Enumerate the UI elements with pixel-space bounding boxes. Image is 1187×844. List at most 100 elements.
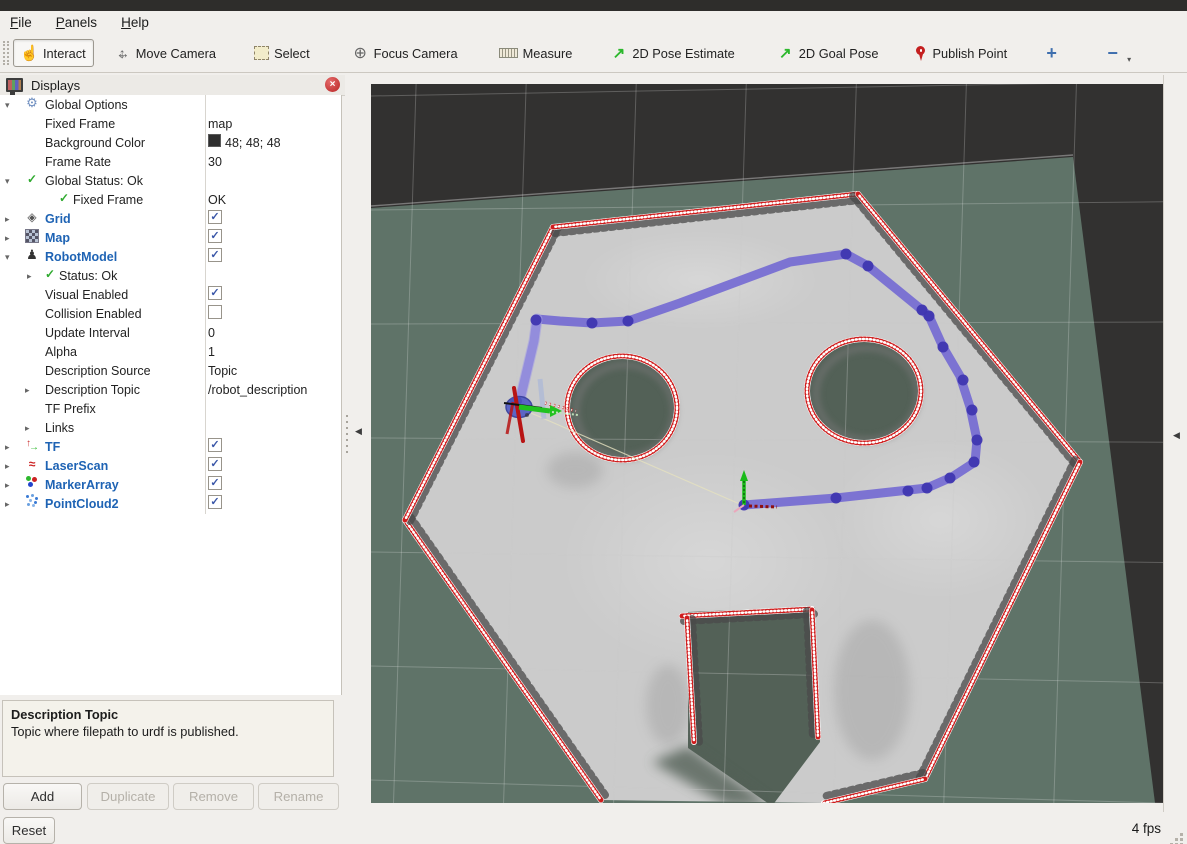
add-tool-button[interactable]: + bbox=[1035, 39, 1068, 67]
tree-row-global-status-ok[interactable]: ▾✓Global Status: Ok bbox=[0, 172, 341, 191]
property-value[interactable]: map bbox=[208, 115, 232, 134]
tree-label: MarkerArray bbox=[45, 476, 119, 495]
tree-row-collision-enabled[interactable]: Collision Enabled bbox=[0, 305, 341, 324]
laser-icon: ≈ bbox=[25, 457, 39, 471]
move-camera-button[interactable]: Move Camera bbox=[106, 39, 224, 67]
grid-icon: ◈ bbox=[25, 210, 39, 224]
focus-camera-button[interactable]: ⊕Focus Camera bbox=[344, 39, 466, 67]
tree-label: Map bbox=[45, 229, 70, 248]
tree-label: Frame Rate bbox=[45, 153, 111, 172]
property-value[interactable]: /robot_description bbox=[208, 381, 307, 400]
tree-label: LaserScan bbox=[45, 457, 108, 476]
menu-help[interactable]: Help bbox=[121, 15, 149, 30]
checkbox-checked[interactable]: ✓ bbox=[208, 438, 222, 452]
checkbox-checked[interactable]: ✓ bbox=[208, 457, 222, 471]
viewport-3d[interactable] bbox=[371, 84, 1163, 803]
tree-label: RobotModel bbox=[45, 248, 117, 267]
tree-row-alpha[interactable]: Alpha1 bbox=[0, 343, 341, 362]
gear-icon: ⚙ bbox=[25, 96, 39, 110]
resize-grip[interactable] bbox=[1180, 833, 1183, 836]
property-value[interactable]: 0 bbox=[208, 324, 215, 343]
cloud-icon bbox=[25, 495, 39, 509]
tree-row-laserscan[interactable]: ▸ ≈ LaserScan ✓ bbox=[0, 457, 341, 476]
checkbox-checked[interactable]: ✓ bbox=[208, 286, 222, 300]
expander-open-icon[interactable]: ▾ bbox=[5, 248, 10, 267]
move-camera-label: Move Camera bbox=[136, 46, 216, 61]
tree-row-fixed-frame[interactable]: Fixed Framemap bbox=[0, 115, 341, 134]
tree-row-fixed-frame[interactable]: ✓Fixed FrameOK bbox=[0, 191, 341, 210]
expander-closed-icon[interactable]: ▸ bbox=[25, 381, 30, 400]
tree-row-robotmodel[interactable]: ▾♟RobotModel✓ bbox=[0, 248, 341, 267]
expander-closed-icon[interactable]: ▸ bbox=[5, 476, 10, 495]
tree-row-markerarray[interactable]: ▸ MarkerArray ✓ bbox=[0, 476, 341, 495]
menu-bar: File Panels Help bbox=[0, 11, 1187, 34]
tree-row-tf-prefix[interactable]: TF Prefix bbox=[0, 400, 341, 419]
publish-point-label: Publish Point bbox=[932, 46, 1007, 61]
rename-button[interactable]: Rename bbox=[258, 783, 339, 810]
tree-row-tf[interactable]: ▸TF✓ bbox=[0, 438, 341, 457]
expander-closed-icon[interactable]: ▸ bbox=[5, 229, 10, 248]
tree-row-description-source[interactable]: Description SourceTopic bbox=[0, 362, 341, 381]
tree-label: Links bbox=[45, 419, 74, 438]
displays-panel-header[interactable]: Displays × bbox=[0, 75, 345, 96]
property-value[interactable]: Topic bbox=[208, 362, 237, 381]
left-panel-collapse-arrow[interactable]: ◀ bbox=[355, 426, 362, 437]
goal-pose-button[interactable]: ↗2D Goal Pose bbox=[769, 39, 887, 67]
tree-row-status-ok[interactable]: ▸✓Status: Ok bbox=[0, 267, 341, 286]
property-value[interactable]: OK bbox=[208, 191, 226, 210]
tree-row-pointcloud2[interactable]: ▸PointCloud2✓ bbox=[0, 495, 341, 514]
expander-closed-icon[interactable]: ▸ bbox=[5, 210, 10, 229]
expander-closed-icon[interactable]: ▸ bbox=[25, 419, 30, 438]
color-value[interactable]: 48; 48; 48 bbox=[225, 134, 281, 153]
publish-point-button[interactable]: Publish Point bbox=[907, 39, 1015, 67]
expander-closed-icon[interactable]: ▸ bbox=[5, 495, 10, 514]
property-value[interactable]: 30 bbox=[208, 153, 222, 172]
tree-row-links[interactable]: ▸ Links bbox=[0, 419, 341, 438]
displays-tree[interactable]: ▾ ⚙ Global OptionsFixed FramemapBackground… bbox=[0, 95, 342, 695]
measure-button[interactable]: Measure bbox=[491, 39, 581, 67]
close-icon[interactable]: × bbox=[325, 77, 340, 92]
pose-estimate-button[interactable]: ↗2D Pose Estimate bbox=[602, 39, 742, 67]
focus-camera-label: Focus Camera bbox=[374, 46, 458, 61]
tree-row-grid[interactable]: ▸◈Grid✓ bbox=[0, 210, 341, 229]
tree-row-visual-enabled[interactable]: Visual Enabled✓ bbox=[0, 286, 341, 305]
property-value[interactable]: 1 bbox=[208, 343, 215, 362]
tree-label: Status: Ok bbox=[59, 267, 117, 286]
remove-tool-button[interactable]: −▾ bbox=[1096, 39, 1139, 67]
expander-open-icon[interactable]: ▾ bbox=[5, 172, 10, 191]
property-description-body: Topic where filepath to urdf is publishe… bbox=[11, 724, 239, 739]
expander-closed-icon[interactable]: ▸ bbox=[5, 438, 10, 457]
reset-button[interactable]: Reset bbox=[3, 817, 55, 844]
expander-closed-icon[interactable]: ▸ bbox=[5, 457, 10, 476]
add-button[interactable]: Add bbox=[3, 783, 82, 810]
tree-row-update-interval[interactable]: Update Interval0 bbox=[0, 324, 341, 343]
checkbox-checked[interactable]: ✓ bbox=[208, 229, 222, 243]
tree-row-background-color[interactable]: Background Color48; 48; 48 bbox=[0, 134, 341, 153]
tree-row-global-options[interactable]: ▾ ⚙ Global Options bbox=[0, 96, 341, 115]
checkbox-checked[interactable]: ✓ bbox=[208, 495, 222, 509]
tree-row-map[interactable]: ▸ Map ✓ bbox=[0, 229, 341, 248]
select-label: Select bbox=[274, 46, 310, 61]
toolbar-grip[interactable] bbox=[3, 41, 9, 65]
expander-closed-icon[interactable]: ▸ bbox=[27, 267, 32, 286]
checkbox-checked[interactable]: ✓ bbox=[208, 210, 222, 224]
checkbox-unchecked[interactable] bbox=[208, 305, 222, 319]
checkbox-checked[interactable]: ✓ bbox=[208, 476, 222, 490]
right-panel-collapse-arrow[interactable]: ◀ bbox=[1173, 430, 1180, 441]
color-swatch[interactable] bbox=[208, 134, 221, 147]
left-splitter-grip[interactable] bbox=[346, 415, 348, 457]
expander-open-icon[interactable]: ▾ bbox=[5, 96, 10, 115]
menu-panels[interactable]: Panels bbox=[56, 15, 97, 30]
interact-button[interactable]: ☝Interact bbox=[13, 39, 94, 67]
duplicate-button[interactable]: Duplicate bbox=[87, 783, 169, 810]
check-icon: ✓ bbox=[57, 191, 71, 205]
tree-row-frame-rate[interactable]: Frame Rate 30 bbox=[0, 153, 341, 172]
tool-dropdown-icon[interactable]: ▾ bbox=[1127, 55, 1131, 66]
tree-row-description-topic[interactable]: ▸Description Topic/robot_description bbox=[0, 381, 341, 400]
checkbox-checked[interactable]: ✓ bbox=[208, 248, 222, 262]
remove-button[interactable]: Remove bbox=[173, 783, 254, 810]
select-button[interactable]: Select bbox=[246, 39, 318, 67]
right-splitter[interactable] bbox=[1163, 75, 1187, 812]
tree-label: Global Options bbox=[45, 96, 128, 115]
menu-file[interactable]: File bbox=[10, 15, 32, 30]
